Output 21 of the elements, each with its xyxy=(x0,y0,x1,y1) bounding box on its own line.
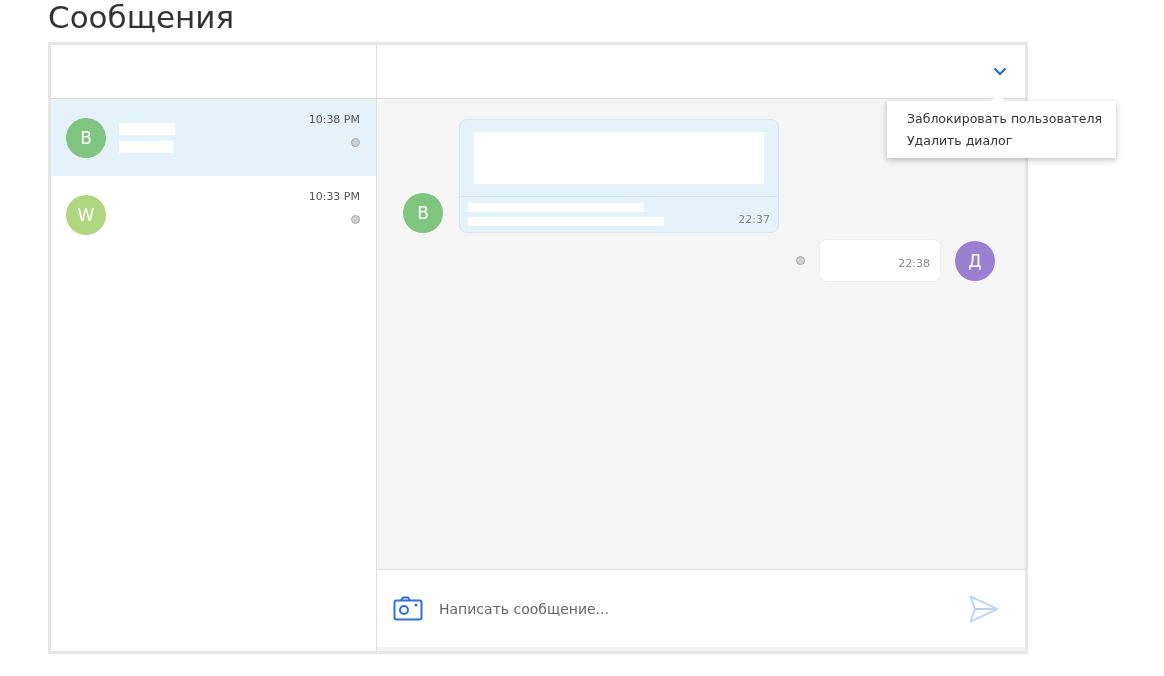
message-time: 22:37 xyxy=(738,213,770,226)
status-dot xyxy=(796,256,806,265)
avatar: W xyxy=(66,194,106,235)
avatar: B xyxy=(403,193,443,233)
conversation-item[interactable]: W 10:33 PM xyxy=(51,176,376,253)
conversation-time: 10:33 PM xyxy=(308,190,360,203)
status-dot xyxy=(351,138,360,147)
avatar: B xyxy=(66,117,106,158)
message-input[interactable]: Написать сообщение... xyxy=(437,599,955,618)
chevron-down-icon[interactable] xyxy=(993,67,1007,76)
conversation-item[interactable]: B 10:38 PM xyxy=(51,99,376,176)
redacted-text xyxy=(119,122,175,135)
menu-item[interactable]: Заблокировать пользователя xyxy=(887,108,1116,130)
message-time: 22:38 xyxy=(898,257,930,270)
menu-item[interactable]: Удалить диалог xyxy=(887,130,1116,152)
conversation-time: 10:38 PM xyxy=(308,113,360,126)
avatar: Д xyxy=(955,240,995,281)
camera-icon[interactable] xyxy=(393,596,423,621)
page-title: Сообщения xyxy=(48,0,236,36)
redacted-text xyxy=(119,140,173,153)
status-dot xyxy=(351,215,360,224)
